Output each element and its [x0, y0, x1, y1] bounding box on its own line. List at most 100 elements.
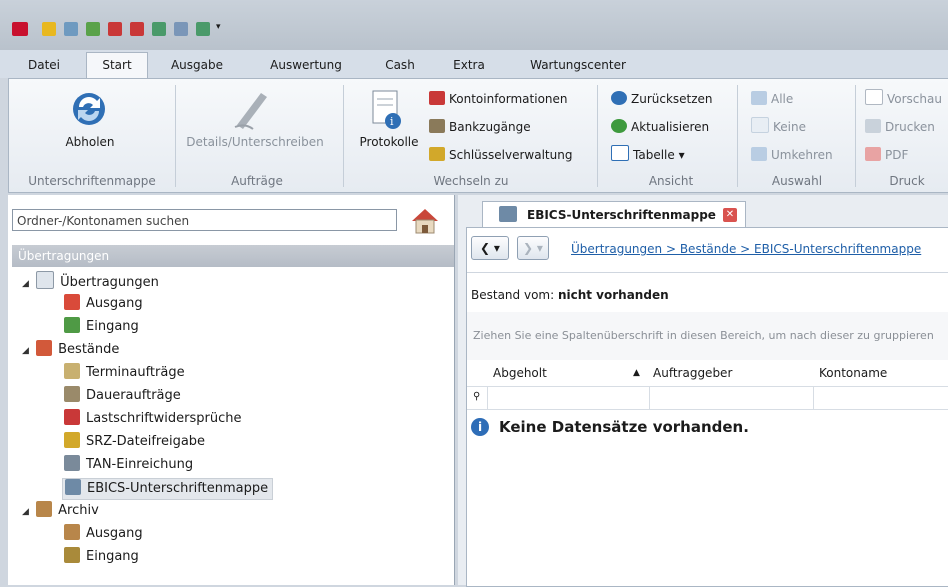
list-red-icon[interactable] — [108, 22, 122, 36]
kontoinformationen-label: Kontoinformationen — [449, 92, 568, 106]
tree-node-uebertragungen[interactable]: ◢ Übertragungen — [22, 271, 159, 291]
tabelle-dropdown[interactable]: Tabelle ▾ — [611, 145, 685, 165]
tree-node-eingang[interactable]: Eingang — [64, 317, 139, 337]
inbox-icon — [64, 317, 80, 333]
pdf-label: PDF — [885, 148, 909, 162]
tree-node-ausgang[interactable]: Ausgang — [64, 294, 143, 314]
schluesselverwaltung-button[interactable]: Schlüsselverwaltung — [429, 145, 572, 165]
close-tab-icon[interactable]: ✕ — [723, 208, 737, 222]
tree-node-label: Daueraufträge — [86, 388, 181, 403]
tree-node-srz-dateifreigabe[interactable]: SRZ-Dateifreigabe — [64, 432, 205, 452]
pencil-icon — [64, 432, 80, 448]
column-header-kontoname[interactable]: Kontoname — [819, 360, 887, 386]
umkehren-button[interactable]: Umkehren — [751, 145, 833, 165]
tab-auswertung[interactable]: Auswertung — [262, 56, 350, 76]
aktualisieren-button[interactable]: Aktualisieren — [611, 117, 709, 137]
group-label-druck: Druck — [889, 174, 925, 188]
tree-node-terminauftraege[interactable]: Terminaufträge — [64, 363, 185, 383]
tree-node-archiv-eingang[interactable]: Eingang — [64, 547, 139, 567]
key-icon — [429, 147, 445, 161]
note-icon[interactable] — [42, 22, 56, 36]
tree-node-ebics-unterschriftenmappe[interactable]: EBICS-Unterschriftenmappe — [62, 478, 274, 500]
zuruecksetzen-button[interactable]: Zurücksetzen — [611, 89, 713, 109]
column-header-auftraggeber[interactable]: Auftraggeber — [653, 360, 732, 386]
collapse-arrow-icon[interactable]: ◢ — [22, 502, 32, 522]
kontoinformationen-button[interactable]: Kontoinformationen — [429, 89, 568, 109]
drucken-button[interactable]: Drucken — [865, 117, 935, 137]
tab-extra[interactable]: Extra — [446, 56, 492, 76]
tree-node-tan-einreichung[interactable]: TAN-Einreichung — [64, 455, 193, 475]
tree-node-lastschriftwidersprueche[interactable]: Lastschriftwidersprüche — [64, 409, 241, 429]
ribbon: Abholen Details/Unterschreiben i Protoko… — [8, 78, 948, 193]
tan-icon — [64, 455, 80, 471]
tab-datei[interactable]: Datei — [16, 56, 72, 76]
bankzugaenge-button[interactable]: Bankzugänge — [429, 117, 531, 137]
alle-label: Alle — [771, 92, 794, 106]
navigation-bar: ❮ ▾ ❯ ▾ Übertragungen > Bestände > EBICS… — [467, 232, 948, 262]
vorschau-button[interactable]: Vorschau — [865, 89, 942, 109]
folder-search-input[interactable]: Ordner-/Kontonamen suchen — [12, 209, 397, 231]
calendar-icon — [64, 363, 80, 379]
vorschau-label: Vorschau — [887, 92, 942, 106]
select-all-icon — [751, 91, 767, 105]
schluesselverwaltung-label: Schlüsselverwaltung — [449, 148, 573, 162]
save-icon[interactable] — [152, 22, 166, 36]
details-unterschreiben-button[interactable]: Details/Unterschreiben — [175, 135, 335, 149]
qat-dropdown-icon[interactable]: ▾ — [216, 22, 230, 36]
tab-ebics-unterschriftenmappe[interactable]: EBICS-Unterschriftenmappe ✕ — [482, 201, 746, 228]
info-icon: i — [471, 418, 489, 436]
tab-start[interactable]: Start — [86, 52, 148, 79]
card-red-icon[interactable] — [130, 22, 144, 36]
alle-button[interactable]: Alle — [751, 89, 793, 109]
bestand-value: nicht vorhanden — [557, 288, 669, 302]
navigation-panel: Ordner-/Kontonamen suchen Übertragungen … — [8, 195, 455, 585]
download-icon[interactable] — [64, 22, 78, 36]
tab-ausgabe[interactable]: Ausgabe — [162, 56, 232, 76]
column-header-abgeholt[interactable]: Abgeholt — [493, 360, 547, 386]
refresh-icon — [611, 119, 627, 133]
tree-node-archiv[interactable]: ◢ Archiv — [22, 501, 99, 521]
tree-node-label: Terminaufträge — [86, 365, 185, 380]
group-label-auftraege: Aufträge — [231, 174, 283, 188]
collapse-arrow-icon[interactable]: ◢ — [22, 341, 32, 361]
breadcrumb[interactable]: Übertragungen > Bestände > EBICS-Untersc… — [571, 242, 921, 256]
keine-button[interactable]: Keine — [751, 117, 806, 137]
collapse-arrow-icon[interactable]: ◢ — [22, 274, 32, 294]
tree-node-label: Bestände — [58, 342, 120, 357]
filter-row[interactable]: ⚲ — [467, 386, 948, 410]
preview-icon — [865, 89, 883, 105]
forward-button[interactable]: ❯ ▾ — [517, 236, 549, 260]
tab-wartungscenter[interactable]: Wartungscenter — [518, 56, 638, 76]
back-button[interactable]: ❮ ▾ — [471, 236, 509, 260]
archive-icon — [36, 501, 53, 517]
select-none-icon — [751, 117, 769, 133]
app-logo-icon[interactable] — [12, 22, 28, 36]
tab-cash[interactable]: Cash — [378, 56, 422, 76]
document-icon[interactable] — [174, 22, 188, 36]
signature-folder-icon — [65, 479, 81, 495]
pdf-icon — [865, 147, 881, 161]
stock-icon — [36, 340, 53, 356]
pdf-button[interactable]: PDF — [865, 145, 908, 165]
group-label-wechseln-zu: Wechseln zu — [433, 174, 509, 188]
play-icon[interactable] — [86, 22, 100, 36]
home-icon[interactable] — [408, 203, 442, 237]
section-header: Übertragungen — [12, 245, 454, 267]
group-label-unterschriftenmappe: Unterschriftenmappe — [28, 174, 156, 188]
protokolle-button[interactable]: Protokolle — [353, 135, 425, 149]
abholen-icon[interactable] — [67, 87, 111, 131]
tree-node-archiv-ausgang[interactable]: Ausgang — [64, 524, 143, 544]
outbox-icon — [64, 294, 80, 310]
group-by-area[interactable]: Ziehen Sie eine Spaltenüberschrift in di… — [467, 312, 948, 360]
abholen-button[interactable]: Abholen — [57, 135, 123, 149]
objection-icon — [64, 409, 80, 425]
tree-node-dauerauftraege[interactable]: Daueraufträge — [64, 386, 181, 406]
tree-node-bestaende[interactable]: ◢ Bestände — [22, 340, 119, 360]
content-pane: ❮ ▾ ❯ ▾ Übertragungen > Bestände > EBICS… — [466, 227, 948, 587]
bestand-label: Bestand vom: — [471, 288, 558, 302]
quick-access-toolbar: ▾ — [0, 0, 948, 50]
excel-icon[interactable] — [196, 22, 210, 36]
document-area: EBICS-Unterschriftenmappe ✕ ❮ ▾ ❯ ▾ Über… — [458, 195, 948, 587]
protokolle-icon[interactable]: i — [369, 89, 405, 131]
archive-outbox-icon — [64, 524, 80, 540]
